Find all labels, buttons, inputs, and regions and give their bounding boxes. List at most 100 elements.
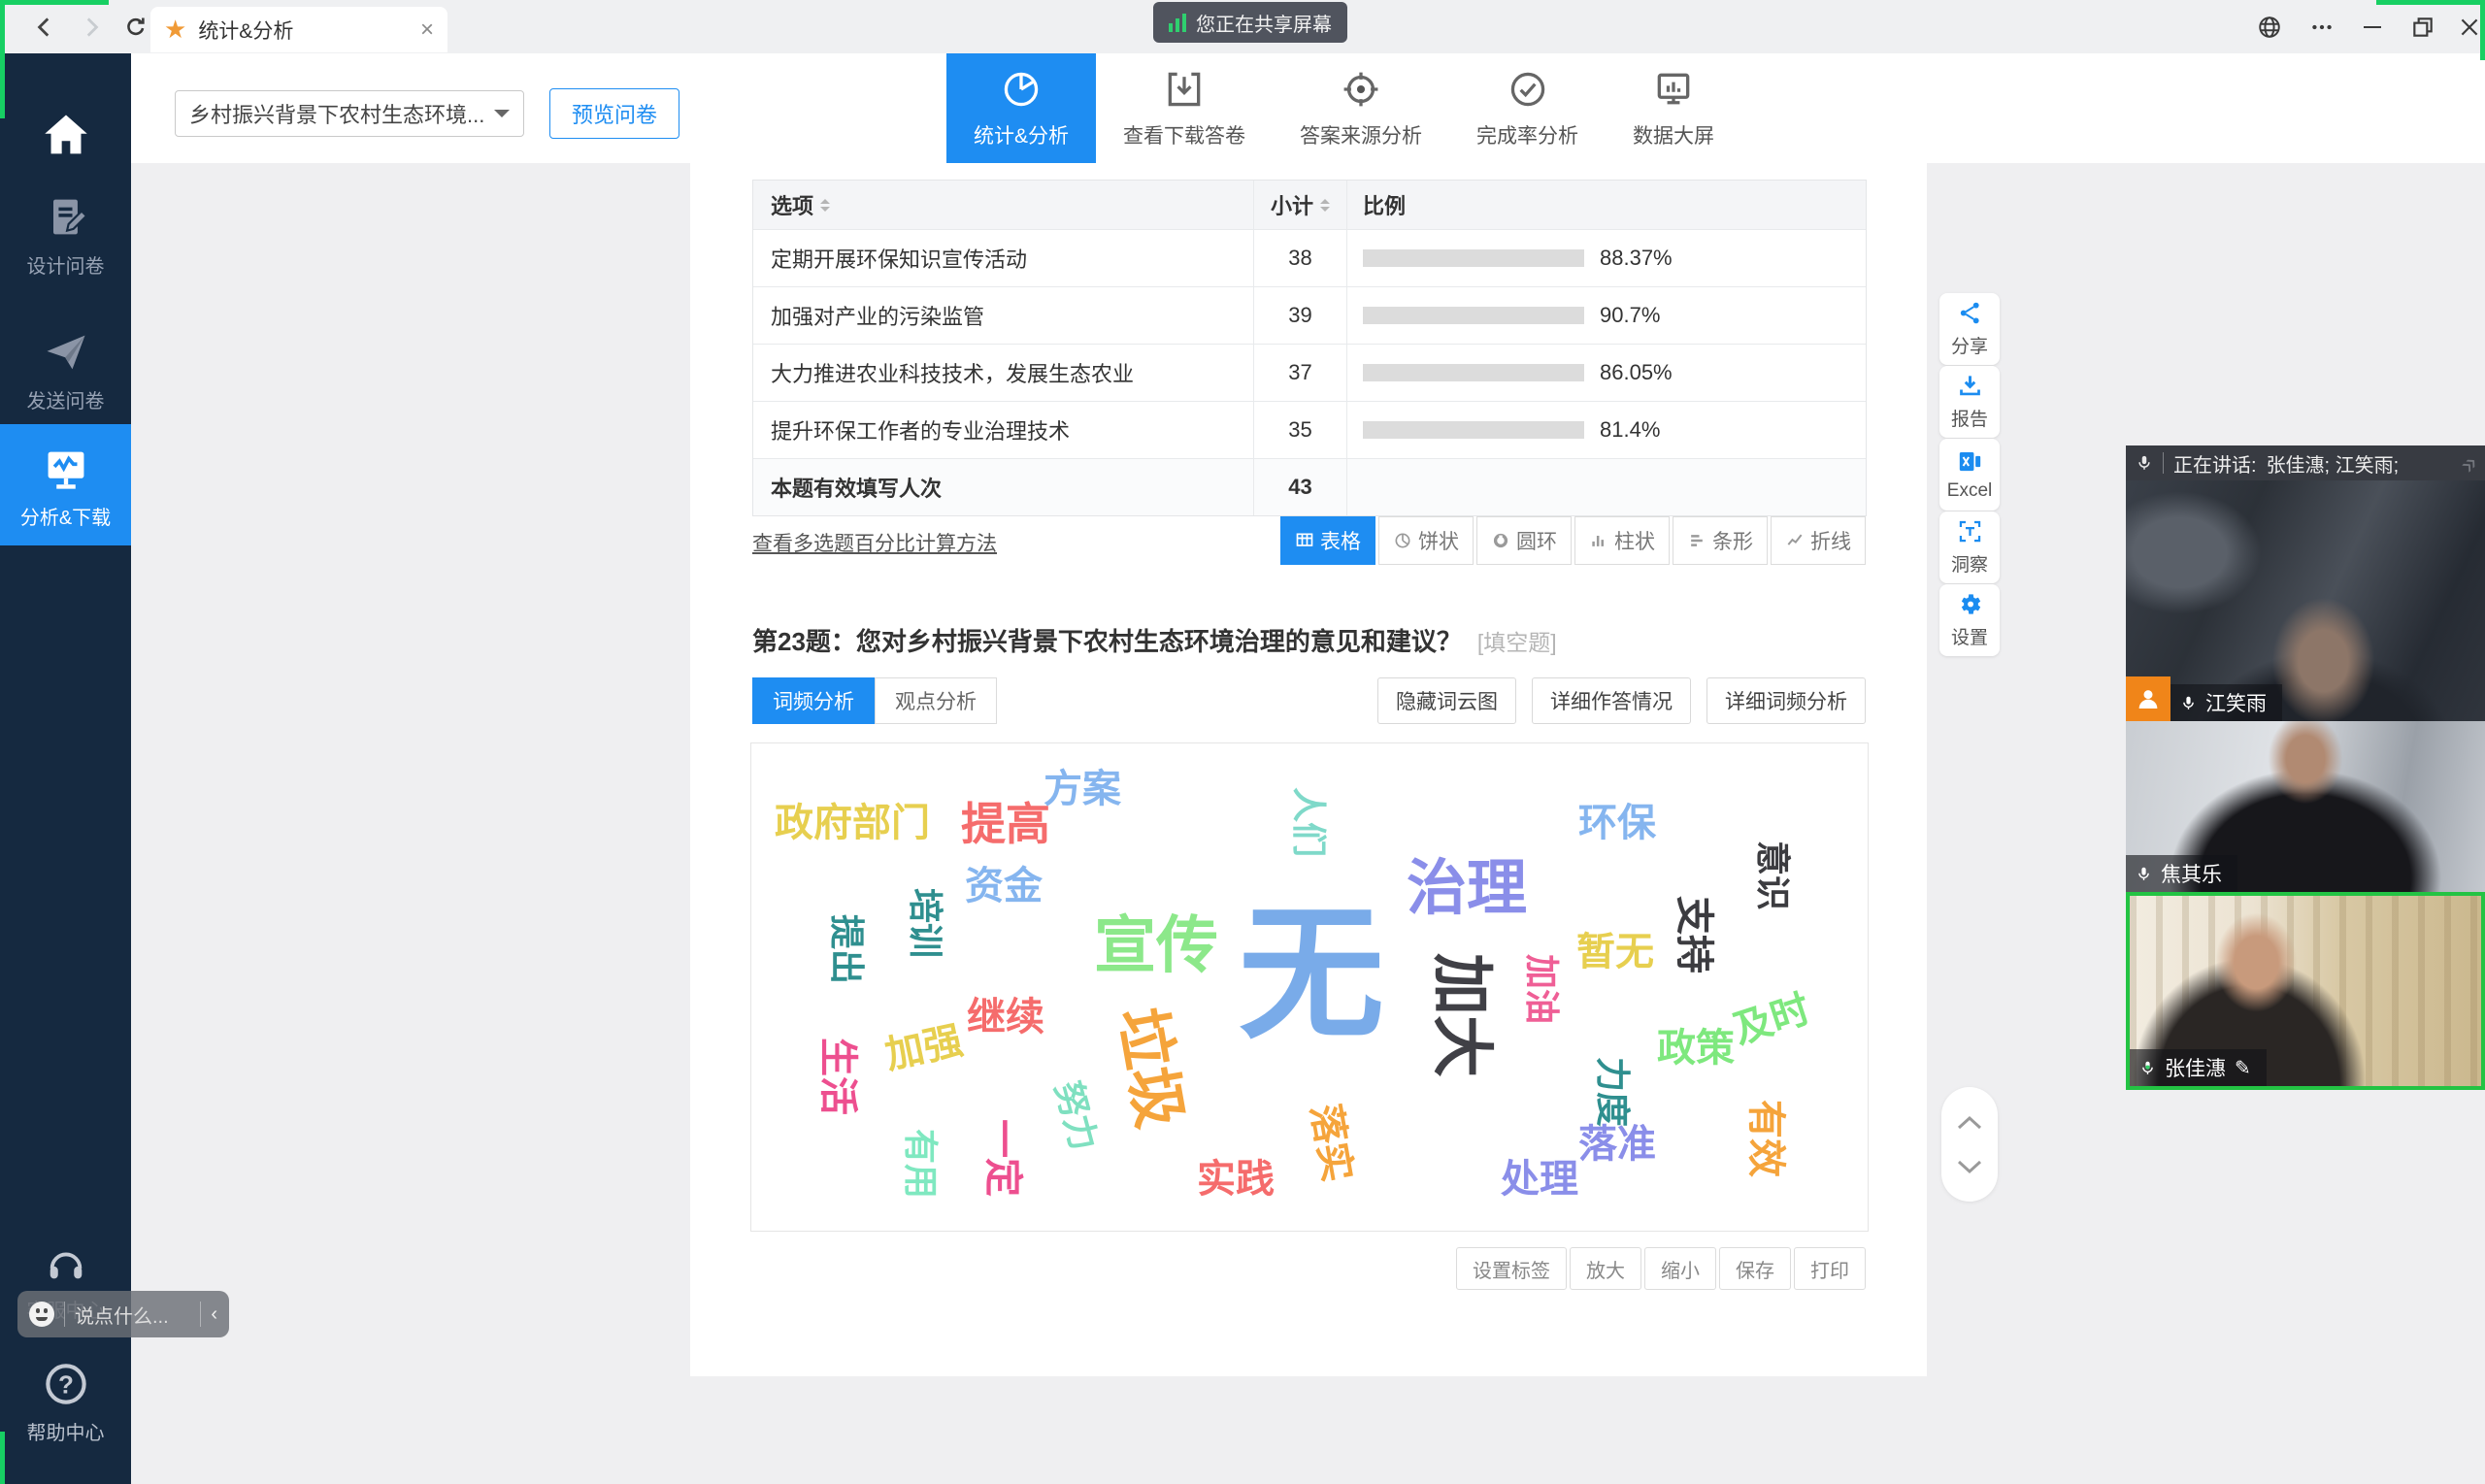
emoji-button[interactable] bbox=[29, 1302, 54, 1327]
pie-chart-icon bbox=[1000, 68, 1043, 111]
column-header-option[interactable]: 选项 bbox=[753, 181, 1253, 229]
back-button[interactable] bbox=[27, 10, 62, 45]
save-button[interactable]: 保存 bbox=[1719, 1247, 1791, 1290]
tab-completion-rate-analysis[interactable]: 完成率分析 bbox=[1449, 53, 1606, 163]
cloud-word: 提出 bbox=[824, 914, 875, 984]
button-label: 保存 bbox=[1736, 1255, 1774, 1283]
forward-button[interactable] bbox=[74, 10, 109, 45]
collapse-chat-icon[interactable]: ‹ bbox=[211, 1303, 217, 1326]
sidebar-item-label: 发送问卷 bbox=[0, 385, 131, 413]
sidebar-item-analyze[interactable]: 分析&下载 bbox=[0, 424, 131, 545]
tab-label: 答案来源分析 bbox=[1300, 120, 1422, 149]
design-icon bbox=[0, 192, 131, 243]
survey-select[interactable]: 乡村振兴背景下农村生态环境... bbox=[175, 90, 524, 137]
zoom-in-button[interactable]: 放大 bbox=[1570, 1247, 1641, 1290]
table-row: 大力推进农业科技技术，发展生态农业 37 86.05% bbox=[753, 344, 1866, 401]
top-nav-tabs: 统计&分析 查看下载答卷 答案来源分析 完成率分析 数据大屏 bbox=[946, 53, 1741, 163]
chart-type-switcher: 表格 饼状 圆环 柱状 条形 折线 bbox=[1280, 516, 1866, 565]
tab-label: 完成率分析 bbox=[1476, 120, 1578, 149]
tab-word-frequency[interactable]: 词频分析 bbox=[752, 677, 875, 724]
participant-name-label: 江笑雨 bbox=[2170, 684, 2282, 721]
percent-bar-track bbox=[1363, 307, 1584, 324]
cloud-word: 努力 bbox=[1045, 1074, 1112, 1155]
footer-empty-cell bbox=[1346, 459, 1866, 515]
browser-tab[interactable]: ★ 统计&分析 × bbox=[150, 7, 447, 52]
sidebar-item-home[interactable] bbox=[0, 73, 131, 189]
option-count: 38 bbox=[1253, 230, 1346, 286]
tab-viewpoint-analysis[interactable]: 观点分析 bbox=[875, 677, 997, 724]
button-label: 详细作答情况 bbox=[1550, 686, 1673, 715]
cloud-word: 实践 bbox=[1197, 1147, 1275, 1204]
tab-label: 数据大屏 bbox=[1633, 120, 1714, 149]
table-row: 加强对产业的污染监管 39 90.7% bbox=[753, 286, 1866, 344]
detailed-frequency-button[interactable]: 详细词频分析 bbox=[1706, 677, 1866, 724]
cloud-word: 政府部门 bbox=[775, 791, 930, 847]
chart-type-donut-button[interactable]: 圆环 bbox=[1476, 516, 1572, 565]
chart-type-table-button[interactable]: 表格 bbox=[1280, 516, 1375, 565]
button-label: 缩小 bbox=[1661, 1255, 1700, 1283]
chevron-up-icon[interactable] bbox=[1955, 1114, 1984, 1132]
chat-input[interactable]: 说点什么... bbox=[75, 1301, 190, 1329]
tab-view-download-answers[interactable]: 查看下载答卷 bbox=[1096, 53, 1273, 163]
hide-wordcloud-button[interactable]: 隐藏词云图 bbox=[1377, 677, 1516, 724]
minimize-button[interactable] bbox=[2353, 8, 2392, 47]
tab-answer-source-analysis[interactable]: 答案来源分析 bbox=[1273, 53, 1449, 163]
send-icon bbox=[0, 327, 131, 378]
sidebar: 设计问卷 发送问卷 分析&下载 客服中心 ? 帮助中心 bbox=[0, 53, 131, 1484]
settings-tool-button[interactable]: 设置 bbox=[1939, 584, 2000, 656]
percent-label: 90.7% bbox=[1600, 303, 1660, 328]
donut-icon bbox=[1491, 531, 1510, 550]
video-thumbnail-participant-1[interactable]: 江笑雨 bbox=[2126, 480, 2485, 721]
chart-type-line-button[interactable]: 折线 bbox=[1771, 516, 1866, 565]
set-labels-button[interactable]: 设置标签 bbox=[1456, 1247, 1567, 1290]
zoom-out-button[interactable]: 缩小 bbox=[1644, 1247, 1716, 1290]
cloud-word: 环保 bbox=[1578, 791, 1656, 847]
close-button[interactable] bbox=[2450, 8, 2485, 47]
line-icon bbox=[1785, 531, 1805, 550]
detailed-answers-button[interactable]: 详细作答情况 bbox=[1532, 677, 1691, 724]
tab-statistics-analysis[interactable]: 统计&分析 bbox=[946, 53, 1096, 163]
print-button[interactable]: 打印 bbox=[1794, 1247, 1866, 1290]
excel-tool-button[interactable]: Excel bbox=[1939, 439, 2000, 511]
tab-close-icon[interactable]: × bbox=[420, 16, 434, 44]
option-label: 加强对产业的污染监管 bbox=[753, 287, 1253, 344]
sidebar-item-design[interactable]: 设计问卷 bbox=[0, 184, 131, 325]
restore-button[interactable] bbox=[2403, 8, 2442, 47]
share-banner-text: 您正在共享屏幕 bbox=[1196, 9, 1332, 37]
insight-tool-button[interactable]: 洞察 bbox=[1939, 511, 2000, 583]
analyze-icon bbox=[0, 444, 131, 494]
cloud-word: 资金 bbox=[965, 854, 1043, 910]
dashboard-icon bbox=[1652, 68, 1695, 111]
sidebar-item-help[interactable]: ? 帮助中心 bbox=[0, 1354, 131, 1470]
refresh-button[interactable] bbox=[118, 10, 153, 45]
tool-label: 分享 bbox=[1951, 332, 1988, 358]
share-tool-button[interactable]: 分享 bbox=[1939, 293, 2000, 365]
question-action-buttons: 隐藏词云图 详细作答情况 详细词频分析 bbox=[1377, 677, 1866, 724]
analysis-tab-label: 观点分析 bbox=[895, 686, 977, 715]
analysis-tabs: 词频分析 观点分析 bbox=[752, 677, 997, 724]
tab-data-dashboard[interactable]: 数据大屏 bbox=[1606, 53, 1741, 163]
chart-type-column-button[interactable]: 柱状 bbox=[1574, 516, 1670, 565]
button-label: 打印 bbox=[1810, 1255, 1849, 1283]
chevron-down-icon[interactable] bbox=[1955, 1158, 1984, 1175]
browser-language-button[interactable] bbox=[2250, 8, 2289, 47]
cloud-word: 处理 bbox=[1501, 1147, 1578, 1204]
chart-type-bar-button[interactable]: 条形 bbox=[1673, 516, 1768, 565]
table-footer-row: 本题有效填写人次 43 bbox=[753, 458, 1866, 515]
sidebar-item-label: 分析&下载 bbox=[0, 502, 131, 530]
rename-pencil-icon[interactable]: ✎ bbox=[2235, 1056, 2251, 1080]
video-thumbnail-participant-2[interactable]: 焦其乐 bbox=[2126, 721, 2485, 892]
percentage-calc-link[interactable]: 查看多选题百分比计算方法 bbox=[752, 528, 997, 557]
tool-label: 报告 bbox=[1951, 405, 1988, 431]
report-tool-button[interactable]: 报告 bbox=[1939, 366, 2000, 438]
chart-type-pie-button[interactable]: 饼状 bbox=[1378, 516, 1474, 565]
preview-survey-button[interactable]: 预览问卷 bbox=[549, 88, 679, 139]
collapse-panel-icon[interactable]: » bbox=[2453, 447, 2484, 478]
browser-menu-button[interactable] bbox=[2303, 8, 2341, 47]
column-header-count[interactable]: 小计 bbox=[1253, 181, 1346, 229]
svg-text:?: ? bbox=[58, 1369, 74, 1399]
divider bbox=[200, 1302, 201, 1327]
scroll-question-pill bbox=[1941, 1087, 1998, 1202]
share-icon bbox=[1957, 300, 1983, 326]
video-thumbnail-participant-3-active-speaker[interactable]: 张佳潓 ✎ bbox=[2126, 892, 2485, 1090]
